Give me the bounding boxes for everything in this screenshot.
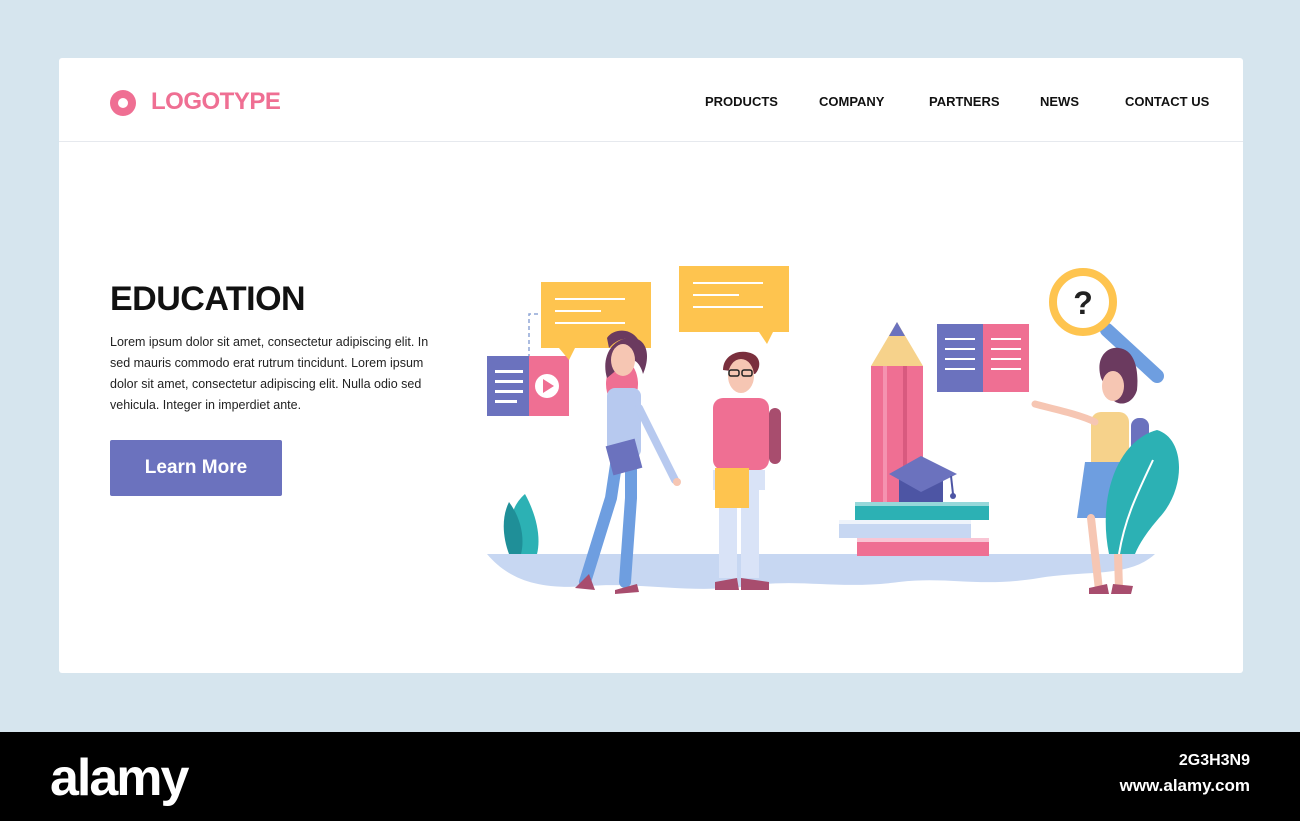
books-stack-icon xyxy=(839,502,989,556)
education-illustration: ? xyxy=(487,266,1180,594)
nav-products[interactable]: PRODUCTS xyxy=(705,94,778,109)
open-book-icon xyxy=(937,324,1029,392)
nav-news[interactable]: NEWS xyxy=(1040,94,1079,109)
watermark-logo: alamy xyxy=(50,749,189,807)
speech-bubble-icon xyxy=(679,266,789,344)
site-header: LOGOTYPE PRODUCTS COMPANY PARTNERS NEWS … xyxy=(59,58,1243,142)
nav-partners[interactable]: PARTNERS xyxy=(929,94,1000,109)
watermark-image-id: 2G3H3N9 xyxy=(1178,752,1250,769)
main-nav: PRODUCTS COMPANY PARTNERS NEWS CONTACT U… xyxy=(59,94,1243,114)
video-card-icon xyxy=(487,356,569,416)
plant-left-icon xyxy=(503,494,539,554)
question-mark: ? xyxy=(1073,285,1093,321)
hero-description: Lorem ipsum dolor sit amet, consectetur … xyxy=(110,335,429,412)
nav-contact-us[interactable]: CONTACT US xyxy=(1125,94,1209,109)
learn-more-button[interactable]: Learn More xyxy=(110,440,282,496)
watermark-bar: alamy 2G3H3N9 www.alamy.com xyxy=(0,732,1300,821)
hero-title: EDUCATION xyxy=(110,280,306,318)
nav-company[interactable]: COMPANY xyxy=(819,94,884,109)
landing-page-card: LOGOTYPE PRODUCTS COMPANY PARTNERS NEWS … xyxy=(59,58,1243,673)
watermark-url: www.alamy.com xyxy=(1119,776,1250,795)
